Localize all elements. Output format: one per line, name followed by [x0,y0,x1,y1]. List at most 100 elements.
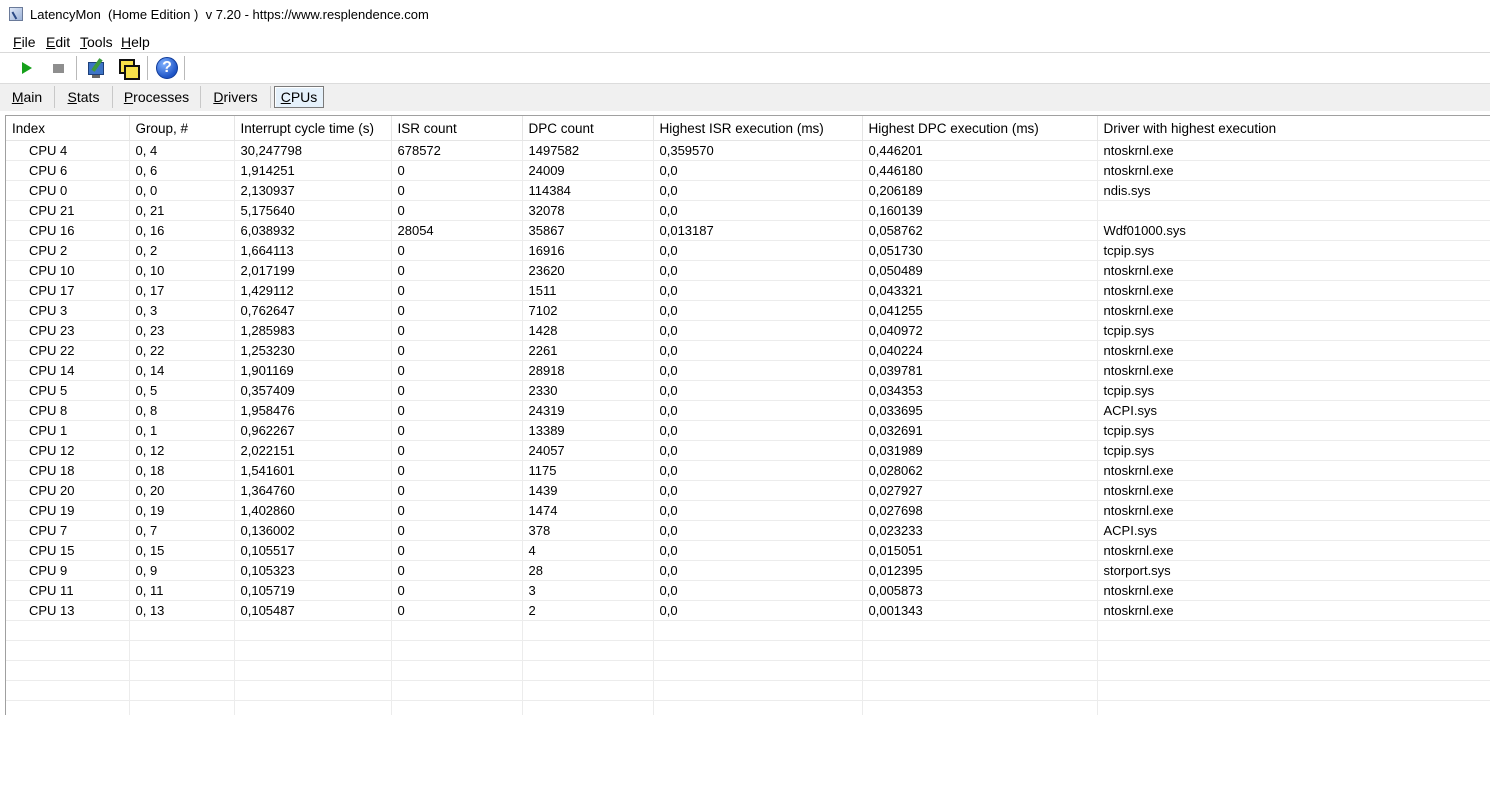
table-row[interactable]: CPU 14 0, 14 1,901169 0 28918 0,0 0,039781 ntos… [6,360,1490,381]
table-row[interactable]: CPU 5 0, 5 0,357409 0 2330 0,0 0,034353 tcpip.s… [6,380,1490,401]
menu-file[interactable]: File [13,34,36,50]
table-row[interactable]: CPU 10 0, 10 2,017199 0 23620 0,0 0,050489 ntos… [6,260,1490,281]
cell-interrupt-cycle-time: 0,105487 [234,600,392,621]
toolbar-divider [76,56,77,80]
table-row[interactable]: CPU 11 0, 11 0,105719 0 3 0,0 0,005873 ntoskrnl… [6,580,1490,601]
table-row[interactable]: CPU 7 0, 7 0,136002 0 378 0,0 0,023233 ACPI.sys [6,520,1490,541]
table-row[interactable]: CPU 20 0, 20 1,364760 0 1439 0,0 0,027927 ntosk… [6,480,1490,501]
tab-stats[interactable]: Stats [55,86,113,108]
empty-cell [522,660,654,681]
cell-interrupt-cycle-time: 1,253230 [234,340,392,361]
table-row[interactable]: CPU 6 0, 6 1,914251 0 24009 0,0 0,446180 ntoskr… [6,160,1490,181]
empty-cell [862,620,1098,641]
tab-drivers[interactable]: Drivers [201,86,271,108]
column-header-highest-dpc[interactable]: Highest DPC execution (ms) [862,116,1098,141]
cell-highest-isr: 0,0 [653,440,863,461]
empty-cell [234,700,392,715]
cell-driver: ntoskrnl.exe [1097,280,1490,301]
cell-interrupt-cycle-time: 2,130937 [234,180,392,201]
tab-strip: Main Stats Processes Drivers CPUs [0,83,1490,111]
cell-highest-dpc: 0,051730 [862,240,1098,261]
empty-cell [1097,700,1490,715]
menu-edit[interactable]: Edit [46,34,70,50]
table-row[interactable]: CPU 16 0, 16 6,038932 28054 35867 0,013187 0,0… [6,220,1490,241]
table-row[interactable]: CPU 9 0, 9 0,105323 0 28 0,0 0,012395 storport.… [6,560,1490,581]
table-row[interactable]: CPU 3 0, 3 0,762647 0 7102 0,0 0,041255 ntoskrn… [6,300,1490,321]
cell-highest-dpc: 0,027698 [862,500,1098,521]
cell-isr-count: 0 [391,300,523,321]
table-row[interactable]: CPU 23 0, 23 1,285983 0 1428 0,0 0,040972 tcpip… [6,320,1490,341]
table-row[interactable]: CPU 21 0, 21 5,175640 0 32078 0,0 0,160139 [6,200,1490,221]
cell-highest-dpc: 0,012395 [862,560,1098,581]
table-row[interactable]: CPU 0 0, 0 2,130937 0 114384 0,0 0,206189 ndis.… [6,180,1490,201]
table-row[interactable]: CPU 12 0, 12 2,022151 0 24057 0,0 0,031989 tcpi… [6,440,1490,461]
column-header-index[interactable]: Index [6,116,130,141]
cell-highest-dpc: 0,001343 [862,600,1098,621]
cell-highest-isr: 0,0 [653,260,863,281]
cell-highest-dpc: 0,058762 [862,220,1098,241]
cell-highest-isr: 0,0 [653,560,863,581]
menu-help[interactable]: Help [121,34,150,50]
cell-index: CPU 18 [6,460,130,481]
cell-driver: ntoskrnl.exe [1097,300,1490,321]
cell-interrupt-cycle-time: 1,958476 [234,400,392,421]
empty-cell [6,680,130,701]
cell-highest-dpc: 0,050489 [862,260,1098,281]
cell-isr-count: 0 [391,200,523,221]
cell-isr-count: 0 [391,360,523,381]
tab-processes[interactable]: Processes [113,86,201,108]
cell-driver: Wdf01000.sys [1097,220,1490,241]
cell-dpc-count: 1439 [522,480,654,501]
table-row[interactable]: CPU 4 0, 4 30,247798 678572 1497582 0,359570 0… [6,140,1490,161]
table-row[interactable]: CPU 18 0, 18 1,541601 0 1175 0,0 0,028062 ntosk… [6,460,1490,481]
help-button[interactable]: ? [154,55,180,81]
cell-highest-dpc: 0,206189 [862,180,1098,201]
table-row[interactable]: CPU 1 0, 1 0,962267 0 13389 0,0 0,032691 tcpip.… [6,420,1490,441]
tab-main[interactable]: Main [0,86,55,108]
cell-isr-count: 0 [391,240,523,261]
cell-highest-dpc: 0,446201 [862,140,1098,161]
windows-icon [118,58,140,80]
column-header-isr-count[interactable]: ISR count [391,116,523,141]
cell-highest-isr: 0,0 [653,420,863,441]
cell-dpc-count: 16916 [522,240,654,261]
cell-isr-count: 0 [391,500,523,521]
column-header-dpc-count[interactable]: DPC count [522,116,654,141]
cell-highest-dpc: 0,032691 [862,420,1098,441]
column-header-driver[interactable]: Driver with highest execution [1097,116,1490,141]
table-row[interactable]: CPU 22 0, 22 1,253230 0 2261 0,0 0,040224 ntosk… [6,340,1490,361]
menu-tools[interactable]: Tools [80,34,113,50]
column-header-highest-isr[interactable]: Highest ISR execution (ms) [653,116,863,141]
cell-highest-isr: 0,0 [653,200,863,221]
cell-highest-dpc: 0,039781 [862,360,1098,381]
stop-button[interactable] [45,55,71,81]
cell-group: 0, 18 [129,460,235,481]
windows-button[interactable] [115,55,141,81]
table-row[interactable]: CPU 13 0, 13 0,105487 0 2 0,0 0,001343 ntoskrnl… [6,600,1490,621]
cell-dpc-count: 2261 [522,340,654,361]
table-row[interactable]: CPU 19 0, 19 1,402860 0 1474 0,0 0,027698 ntosk… [6,500,1490,521]
empty-cell [391,660,523,681]
tab-cpus[interactable]: CPUs [274,86,324,108]
cell-driver: ntoskrnl.exe [1097,360,1490,381]
cell-isr-count: 0 [391,400,523,421]
empty-row [6,620,1490,641]
column-header-group[interactable]: Group, # [129,116,235,141]
start-button[interactable] [14,55,40,81]
empty-row [6,700,1490,715]
cell-group: 0, 21 [129,200,235,221]
table-row[interactable]: CPU 15 0, 15 0,105517 0 4 0,0 0,015051 ntoskrnl… [6,540,1490,561]
empty-cell [391,620,523,641]
column-header-interrupt-cycle-time[interactable]: Interrupt cycle time (s) [234,116,392,141]
cell-highest-isr: 0,359570 [653,140,863,161]
cell-highest-isr: 0,0 [653,180,863,201]
cell-index: CPU 8 [6,400,130,421]
cell-driver: ntoskrnl.exe [1097,460,1490,481]
monitor-button[interactable] [83,55,109,81]
table-row[interactable]: CPU 8 0, 8 1,958476 0 24319 0,0 0,033695 ACPI.s… [6,400,1490,421]
cell-dpc-count: 7102 [522,300,654,321]
table-row[interactable]: CPU 17 0, 17 1,429112 0 1511 0,0 0,043321 ntosk… [6,280,1490,301]
cpu-table[interactable]: Index Group, # Interrupt cycle time (s) … [5,115,1490,715]
table-row[interactable]: CPU 2 0, 2 1,664113 0 16916 0,0 0,051730 tcpip.… [6,240,1490,261]
empty-cell [129,680,235,701]
